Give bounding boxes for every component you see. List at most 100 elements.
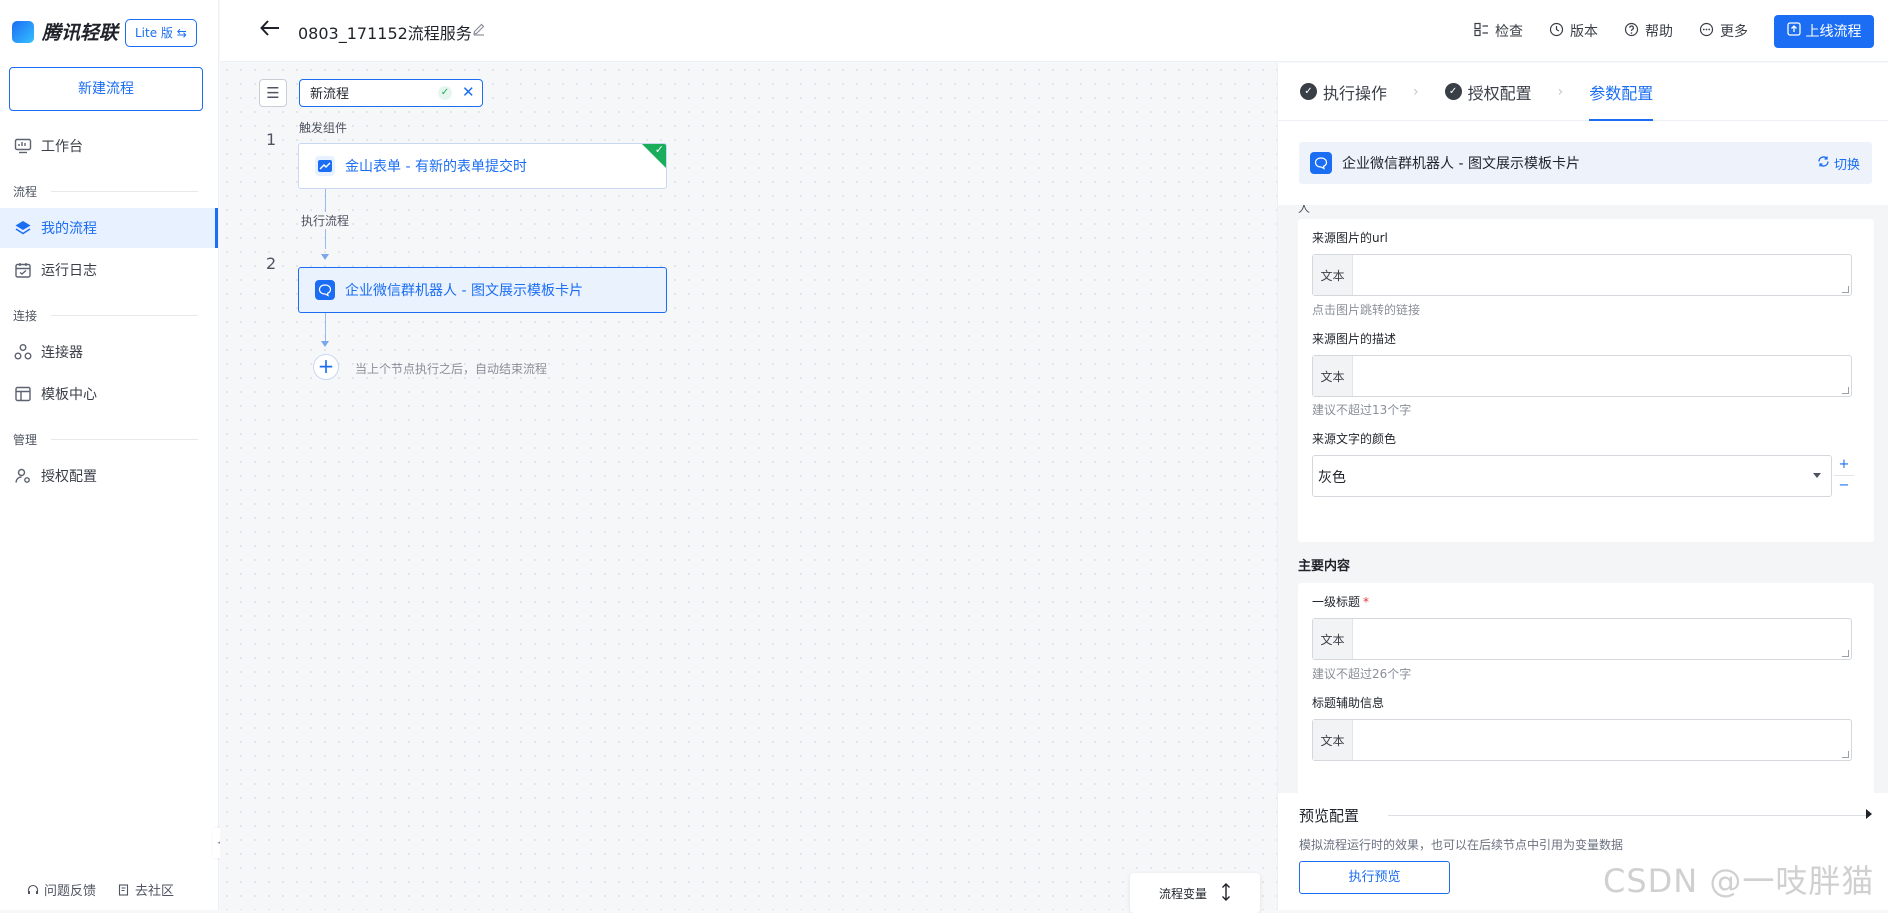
feedback-label: 问题反馈 — [44, 884, 97, 899]
switch-component-button[interactable]: 切换 — [1817, 154, 1860, 173]
sidebar-item-connectors[interactable]: 连接器 — [0, 332, 218, 372]
type-tag: 文本 — [1313, 619, 1353, 659]
done-check-icon: ✓ — [654, 143, 664, 156]
main-content-section-title: 主要内容 — [1298, 559, 1351, 574]
feedback-link[interactable]: 问题反馈 — [27, 880, 96, 899]
check-circle-icon: ✓ — [1300, 83, 1317, 100]
flow-variables-label: 流程变量 — [1158, 886, 1207, 901]
params-scroll-area[interactable]: 人 来源图片的url 文本 点击图片跳转的链接 来源图片的描述 文本 建议不超过… — [1278, 205, 1888, 793]
source-text-color-select[interactable]: 灰色 — [1312, 455, 1832, 497]
trigger-node[interactable]: 金山表单 - 有新的表单提交时 ✓ — [298, 143, 667, 189]
arrow-down-icon — [321, 254, 329, 260]
add-node-button[interactable]: + — [313, 354, 339, 380]
resize-vertical-icon — [1221, 882, 1231, 904]
community-link[interactable]: 去社区 — [118, 880, 174, 899]
sidebar-item-label: 模板中心 — [41, 387, 97, 403]
step-label: 执行操作 — [1323, 83, 1388, 103]
calendar-icon — [13, 260, 33, 280]
step-auth-config[interactable]: ✓ 授权配置 — [1444, 63, 1532, 121]
caret-right-icon[interactable] — [1866, 809, 1872, 819]
brand-logo[interactable]: 腾讯轻联 — [12, 18, 118, 45]
history-icon — [1549, 22, 1564, 41]
flow-canvas[interactable]: ☰ ✓ ✕ 触发组件 1 金山表单 - 有新的表单提交时 ✓ 执行流程 2 企业… — [220, 63, 1277, 913]
sidebar-item-run-logs[interactable]: 运行日志 — [0, 250, 218, 290]
field-label: 来源文字的颜色 — [1312, 432, 1397, 446]
connector-line — [325, 313, 326, 341]
arrow-down-icon — [321, 341, 329, 347]
main-title-field[interactable]: 文本 — [1312, 618, 1852, 660]
chevron-down-icon — [1813, 473, 1821, 478]
publish-label: 上线流程 — [1805, 24, 1862, 40]
menu-icon: ☰ — [266, 84, 280, 102]
more-dots-icon — [1699, 22, 1714, 41]
field-label: 来源图片的url — [1312, 231, 1388, 245]
edit-pencil-icon[interactable] — [472, 22, 486, 40]
type-tag: 文本 — [1313, 720, 1353, 760]
field-hint: 建议不超过26个字 — [1312, 667, 1412, 681]
cancel-close-icon[interactable]: ✕ — [462, 83, 475, 101]
title-aux-field[interactable]: 文本 — [1312, 719, 1852, 761]
help-circle-icon — [1624, 22, 1639, 41]
sidebar: 腾讯轻联 Lite 版 ⇆ 新建流程 工作台 流程 我的流程 运行日志 连接 连… — [0, 0, 219, 910]
version-button[interactable]: 版本 — [1549, 21, 1598, 41]
source-image-url-field[interactable]: 文本 — [1312, 254, 1852, 296]
main-content-card: 一级标题 * 文本 建议不超过26个字 标题辅助信息 文本 — [1298, 583, 1874, 793]
new-flow-button[interactable]: 新建流程 — [9, 67, 203, 111]
more-label: 更多 — [1720, 24, 1748, 40]
help-label: 帮助 — [1645, 24, 1673, 40]
color-stepper: + − — [1834, 455, 1854, 497]
sidebar-item-label: 运行日志 — [41, 263, 97, 279]
step-label: 授权配置 — [1467, 83, 1532, 103]
sidebar-item-templates[interactable]: 模板中心 — [0, 374, 218, 414]
confirm-check-icon[interactable]: ✓ — [438, 86, 452, 100]
resize-grip-icon[interactable] — [1842, 751, 1849, 758]
selected-component-bar: 企业微信群机器人 - 图文展示模板卡片 切换 — [1299, 142, 1872, 184]
resize-grip-icon[interactable] — [1842, 387, 1849, 394]
help-button[interactable]: 帮助 — [1624, 21, 1673, 41]
step-param-config[interactable]: 参数配置 — [1589, 63, 1654, 121]
sidebar-item-auth-config[interactable]: 授权配置 — [0, 456, 218, 496]
brand-name: 腾讯轻联 — [42, 22, 119, 44]
action-node[interactable]: 企业微信群机器人 - 图文展示模板卡片 — [298, 267, 667, 313]
sidebar-item-workbench[interactable]: 工作台 — [0, 126, 218, 166]
check-list-icon — [1474, 22, 1489, 41]
step-label: 参数配置 — [1589, 83, 1654, 103]
plus-button[interactable]: + — [1834, 455, 1854, 476]
menu-toggle-button[interactable]: ☰ — [259, 79, 287, 107]
flow-name-input[interactable] — [310, 85, 420, 100]
dashboard-icon — [13, 136, 33, 156]
source-image-desc-field[interactable]: 文本 — [1312, 355, 1852, 397]
edition-switch-badge[interactable]: Lite 版 ⇆ — [125, 19, 197, 47]
more-button[interactable]: 更多 — [1699, 21, 1748, 41]
top-bar: 0803_171152流程服务 检查 版本 帮助 更多 上线流程 — [220, 0, 1888, 62]
community-label: 去社区 — [135, 884, 175, 899]
exec-section-label: 执行流程 — [301, 212, 350, 229]
check-label: 检查 — [1495, 24, 1523, 40]
switch-label: 切换 — [1833, 158, 1860, 173]
resize-grip-icon[interactable] — [1842, 286, 1849, 293]
chevron-right-icon: › — [1557, 83, 1564, 100]
nav-section-manage: 管理 — [13, 431, 198, 448]
publish-flow-button[interactable]: 上线流程 — [1774, 14, 1874, 48]
step-execute-action[interactable]: ✓ 执行操作 — [1300, 63, 1387, 121]
flow-variables-button[interactable]: 流程变量 — [1130, 873, 1260, 913]
sidebar-item-label: 连接器 — [41, 345, 83, 361]
divider — [1388, 815, 1866, 816]
resize-grip-icon[interactable] — [1842, 650, 1849, 657]
step-number: 1 — [266, 130, 277, 149]
document-edit-icon — [118, 883, 130, 896]
config-steps: ✓ 执行操作 › ✓ 授权配置 › 参数配置 — [1278, 63, 1888, 121]
sidebar-item-label: 我的流程 — [41, 221, 97, 237]
field-hint: 点击图片跳转的链接 — [1312, 303, 1421, 317]
sidebar-item-my-flows[interactable]: 我的流程 — [0, 208, 218, 248]
check-button[interactable]: 检查 — [1474, 21, 1523, 41]
trigger-section-label: 触发组件 — [299, 121, 348, 135]
component-name: 企业微信群机器人 - 图文展示模板卡片 — [1342, 156, 1580, 172]
minus-button[interactable]: − — [1834, 476, 1854, 497]
back-arrow-icon[interactable] — [260, 19, 280, 42]
sidebar-item-label: 授权配置 — [41, 469, 97, 485]
type-tag: 文本 — [1313, 255, 1353, 295]
kingsoft-form-icon — [315, 156, 335, 176]
watermark: CSDN @一吱胖猫 — [1603, 862, 1875, 900]
run-preview-button[interactable]: 执行预览 — [1299, 861, 1450, 894]
